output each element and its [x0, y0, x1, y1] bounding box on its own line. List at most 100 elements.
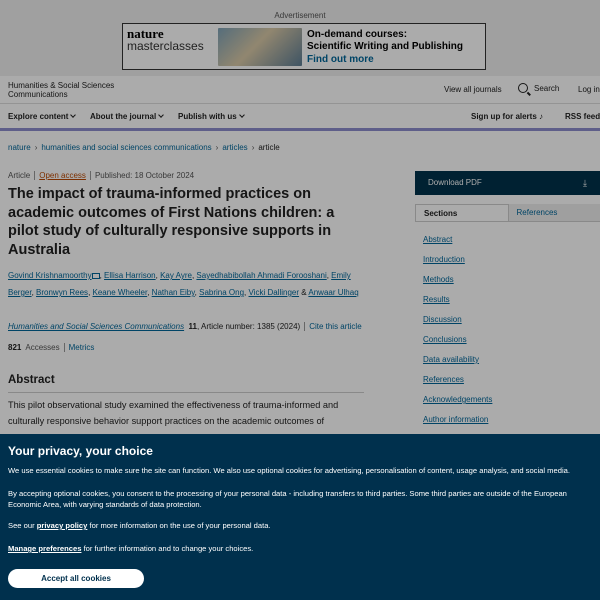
author-link[interactable]: Govind Krishnamoorthy — [8, 271, 92, 280]
nav-about-label: About the journal — [90, 112, 157, 121]
main-nav: Explore content About the journal Publis… — [0, 104, 600, 131]
ad-text: On-demand courses: Scientific Writing an… — [307, 29, 463, 66]
chevron-right-icon: › — [215, 143, 219, 152]
author-link[interactable]: Keane Wheeler — [93, 288, 148, 297]
journal-link[interactable]: Humanities and Social Sciences Communica… — [8, 322, 184, 331]
ad-line2: Scientific Writing and Publishing — [307, 41, 463, 52]
citation-line: Humanities and Social Sciences Communica… — [8, 322, 362, 332]
preferences-post: for further information and to change yo… — [81, 544, 254, 553]
section-list: Abstract Introduction Methods Results Di… — [415, 230, 600, 450]
toc-item[interactable]: Data availability — [423, 350, 600, 370]
tab-references[interactable]: References — [508, 204, 600, 221]
breadcrumb-journal[interactable]: humanities and social sciences communica… — [41, 143, 211, 152]
rss-feed-link[interactable]: RSS feed — [565, 112, 600, 121]
download-pdf-label: Download PDF — [428, 178, 482, 187]
chevron-down-icon — [158, 112, 165, 118]
article-meta: Article Open access Published: 18 October … — [8, 171, 195, 181]
nav-explore-content[interactable]: Explore content — [8, 112, 77, 121]
nav-explore-label: Explore content — [8, 112, 69, 121]
abstract-heading: Abstract — [8, 374, 55, 386]
abstract-divider — [8, 392, 364, 393]
cookie-banner: Your privacy, your choice We use essenti… — [0, 434, 600, 600]
toc-item[interactable]: Introduction — [423, 250, 600, 270]
ad-label: Advertisement — [274, 11, 326, 20]
open-access-link[interactable]: Open access — [39, 171, 86, 180]
divider — [89, 171, 91, 181]
breadcrumb-current: article — [258, 143, 280, 152]
search-label: Search — [534, 83, 560, 93]
sidebar-tabs: Sections References — [415, 204, 600, 222]
ad-cta-link[interactable]: Find out more — [307, 54, 463, 66]
journal-logo[interactable]: Humanities & Social Sciences Communicati… — [8, 81, 118, 99]
toc-item[interactable]: References — [423, 370, 600, 390]
published-date: Published: 18 October 2024 — [94, 171, 195, 180]
tab-sections[interactable]: Sections — [415, 204, 509, 221]
cookie-title: Your privacy, your choice — [8, 444, 153, 458]
toc-item[interactable]: Results — [423, 290, 600, 310]
metrics-line: 821 Accesses Metrics — [8, 343, 95, 353]
ad-logo: nature masterclasses — [127, 27, 204, 53]
chevron-right-icon: › — [251, 143, 255, 152]
search-button[interactable]: Search — [518, 83, 559, 93]
breadcrumb-nature[interactable]: nature — [8, 143, 31, 152]
manage-preferences-link[interactable]: Manage preferences — [8, 544, 81, 553]
view-all-journals-link[interactable]: View all journals — [444, 85, 502, 94]
author-link[interactable]: Sayedhabibollah Ahmadi Forooshani — [196, 271, 326, 280]
ad-line1: On-demand courses: — [307, 29, 408, 40]
ad-zone: Advertisement nature masterclasses On-de… — [0, 0, 600, 76]
author-link[interactable]: Nathan Eiby — [152, 288, 195, 297]
search-icon — [518, 83, 528, 93]
article-type: Article — [8, 171, 31, 180]
nav-about-journal[interactable]: About the journal — [90, 112, 165, 121]
divider — [34, 171, 36, 181]
signup-label: Sign up for alerts — [471, 112, 537, 121]
privacy-post: for more information on the use of your … — [87, 521, 271, 530]
sign-up-alerts-link[interactable]: Sign up for alerts ♪ — [471, 112, 543, 121]
author-link[interactable]: Vicki Dallinger — [249, 288, 300, 297]
cookie-text-privacy: See our privacy policy for more informat… — [8, 520, 600, 531]
ad-photo — [218, 28, 302, 66]
cookie-text-preferences: Manage preferences for further informati… — [8, 543, 600, 554]
author-link[interactable]: Kay Ayre — [160, 271, 192, 280]
toc-item[interactable]: Conclusions — [423, 330, 600, 350]
breadcrumb-articles[interactable]: articles — [222, 143, 247, 152]
author-link[interactable]: Ellisa Harrison — [104, 271, 156, 280]
accesses-count: 821 — [8, 343, 22, 352]
author-link[interactable]: Anwaar Ulhaq — [308, 288, 358, 297]
bell-icon: ♪ — [539, 112, 544, 121]
chevron-down-icon — [238, 112, 245, 118]
divider — [63, 343, 65, 353]
ad-banner[interactable]: nature masterclasses On-demand courses: … — [122, 23, 486, 70]
download-icon: ⤓ — [583, 178, 587, 188]
chevron-down-icon — [70, 112, 77, 118]
nav-publish-with-us[interactable]: Publish with us — [178, 112, 245, 121]
article-number: , Article number: 1385 (2024) — [197, 322, 301, 331]
accept-all-cookies-button[interactable]: Accept all cookies — [8, 569, 144, 588]
author-list: Govind Krishnamoorthy, Ellisa Harrison, … — [8, 271, 359, 297]
toc-item[interactable]: Abstract — [423, 230, 600, 250]
site-header: Humanities & Social Sciences Communicati… — [0, 76, 600, 104]
download-pdf-button[interactable]: Download PDF ⤓ — [415, 171, 600, 195]
toc-item[interactable]: Author information — [423, 410, 600, 430]
cite-article-link[interactable]: Cite this article — [309, 322, 361, 331]
volume: 11 — [188, 322, 198, 331]
cookie-text-essential: We use essential cookies to make sure th… — [8, 466, 570, 475]
accesses-label: Accesses — [25, 343, 60, 352]
divider — [304, 322, 306, 332]
metrics-link[interactable]: Metrics — [69, 343, 95, 352]
chevron-right-icon: › — [34, 143, 38, 152]
sidebar: Download PDF ⤓ Sections References Abstr… — [415, 171, 600, 450]
cookie-text-consent: By accepting optional cookies, you conse… — [8, 489, 567, 509]
toc-item[interactable]: Acknowledgements — [423, 390, 600, 410]
email-icon[interactable] — [91, 272, 100, 279]
author-link[interactable]: Sabrina Ong — [199, 288, 244, 297]
privacy-policy-link[interactable]: privacy policy — [37, 521, 88, 530]
author-link[interactable]: Bronwyn Rees — [36, 288, 88, 297]
article-title: The impact of trauma-informed practices … — [8, 186, 335, 258]
abstract-text: This pilot observational study examined … — [8, 400, 339, 426]
ad-logo-bottom: masterclasses — [127, 39, 204, 53]
nav-publish-label: Publish with us — [178, 112, 237, 121]
toc-item[interactable]: Discussion — [423, 310, 600, 330]
login-link[interactable]: Log in — [578, 85, 600, 94]
toc-item[interactable]: Methods — [423, 270, 600, 290]
